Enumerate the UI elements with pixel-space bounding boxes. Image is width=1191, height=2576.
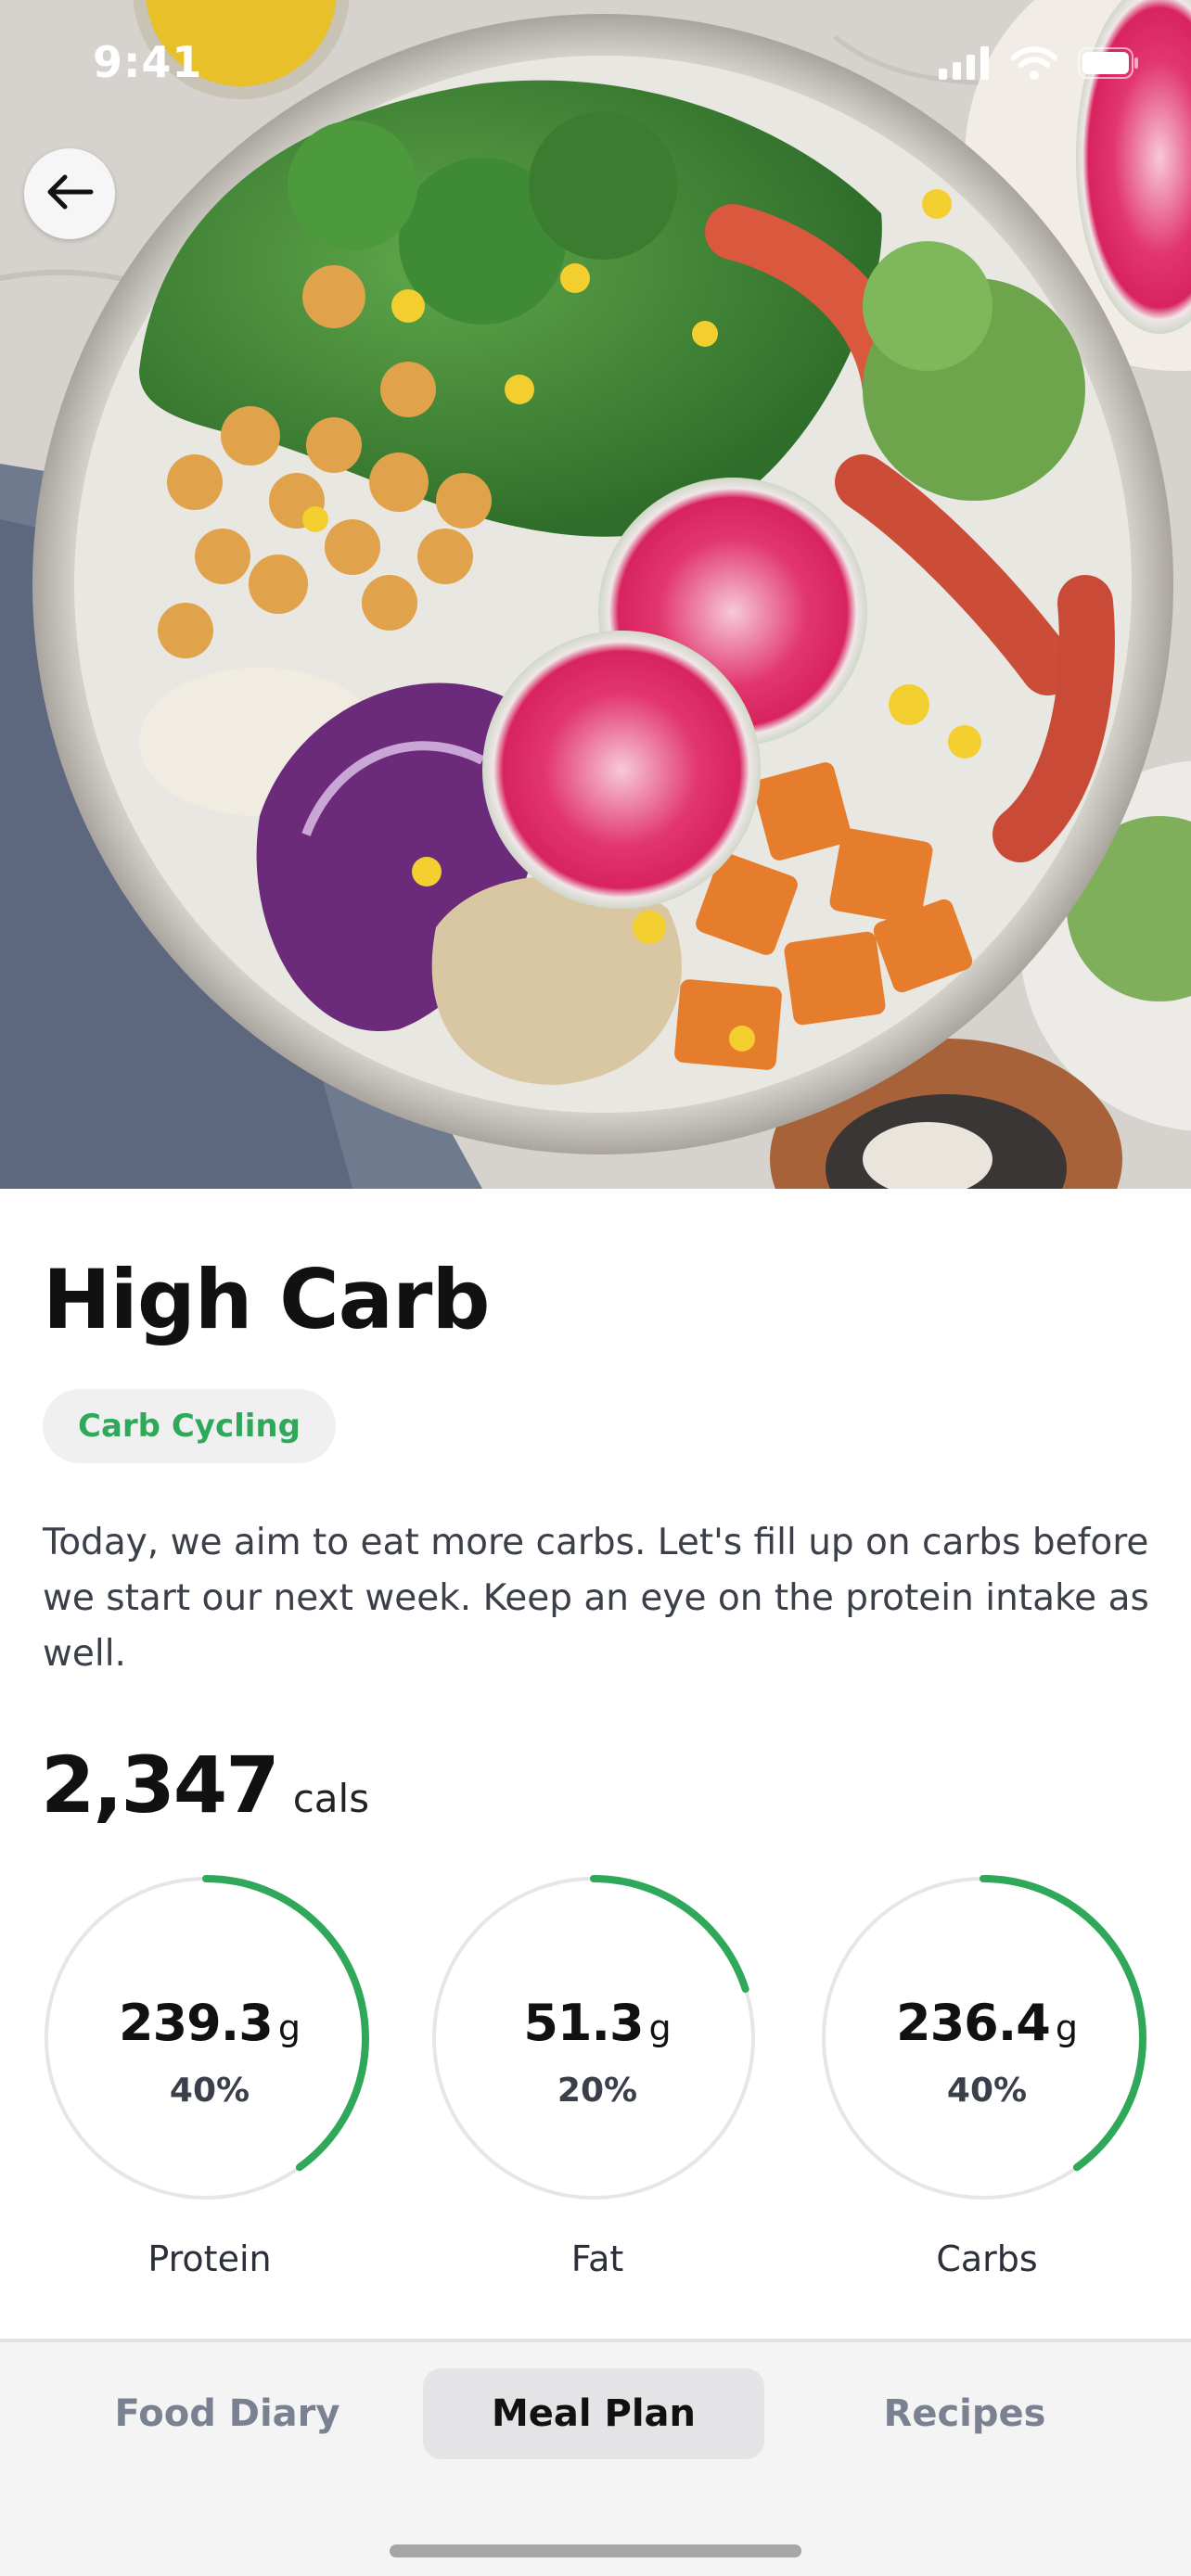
protein-unit: g <box>277 2008 301 2048</box>
fat-percent: 20% <box>557 2072 638 2110</box>
macro-carbs: 236.4 g 40% Carbs <box>820 1875 1154 2292</box>
protein-amount: 239.3 g <box>43 1994 377 2052</box>
tab-food-diary[interactable]: Food Diary <box>74 2368 380 2459</box>
macro-protein: 239.3 g 40% Protein <box>43 1875 377 2292</box>
home-indicator <box>390 2544 801 2557</box>
battery-icon <box>1078 47 1139 83</box>
macro-breakdown: 239.3 g 40% Protein 51.3 g 20% Fat 236.4 g <box>0 1875 1191 2292</box>
macro-fat: 51.3 g 20% Fat <box>430 1875 764 2292</box>
status-time: 9:41 <box>93 37 203 87</box>
meal-details: High Carb Carb Cycling Today, we aim to … <box>0 1189 1191 2339</box>
meal-description: Today, we aim to eat more carbs. Let's f… <box>43 1522 1149 1675</box>
calories-summary: 2,347 cals <box>41 1740 369 1830</box>
carbs-grams: 236.4 <box>896 1994 1051 2052</box>
tab-recipes[interactable]: Recipes <box>807 2368 1122 2459</box>
diet-tag: Carb Cycling <box>43 1389 336 1463</box>
calories-value: 2,347 <box>41 1740 280 1830</box>
tab-meal-plan[interactable]: Meal Plan <box>423 2368 764 2459</box>
fat-label: Fat <box>570 2238 624 2279</box>
hero-image <box>0 0 1191 1189</box>
carbs-unit: g <box>1055 2008 1078 2048</box>
carbs-label: Carbs <box>936 2238 1038 2279</box>
protein-grams: 239.3 <box>119 1994 274 2052</box>
cellular-signal-icon <box>939 46 991 83</box>
status-icons <box>939 46 1139 83</box>
bottom-tab-bar: Food Diary Meal Plan Recipes <box>0 2339 1191 2576</box>
arrow-left-icon <box>45 173 94 214</box>
carbs-percent: 40% <box>946 2072 1028 2110</box>
page-title: High Carb <box>43 1252 490 1347</box>
fat-amount: 51.3 g <box>430 1994 764 2052</box>
calories-unit: cals <box>292 1776 370 1821</box>
fat-unit: g <box>648 2008 672 2048</box>
status-bar: 9:41 <box>0 0 1191 130</box>
wifi-icon <box>1011 46 1057 83</box>
protein-percent: 40% <box>169 2072 250 2110</box>
carbs-amount: 236.4 g <box>820 1994 1154 2052</box>
protein-label: Protein <box>147 2238 272 2279</box>
back-button[interactable] <box>24 148 115 239</box>
fat-grams: 51.3 <box>523 1994 644 2052</box>
